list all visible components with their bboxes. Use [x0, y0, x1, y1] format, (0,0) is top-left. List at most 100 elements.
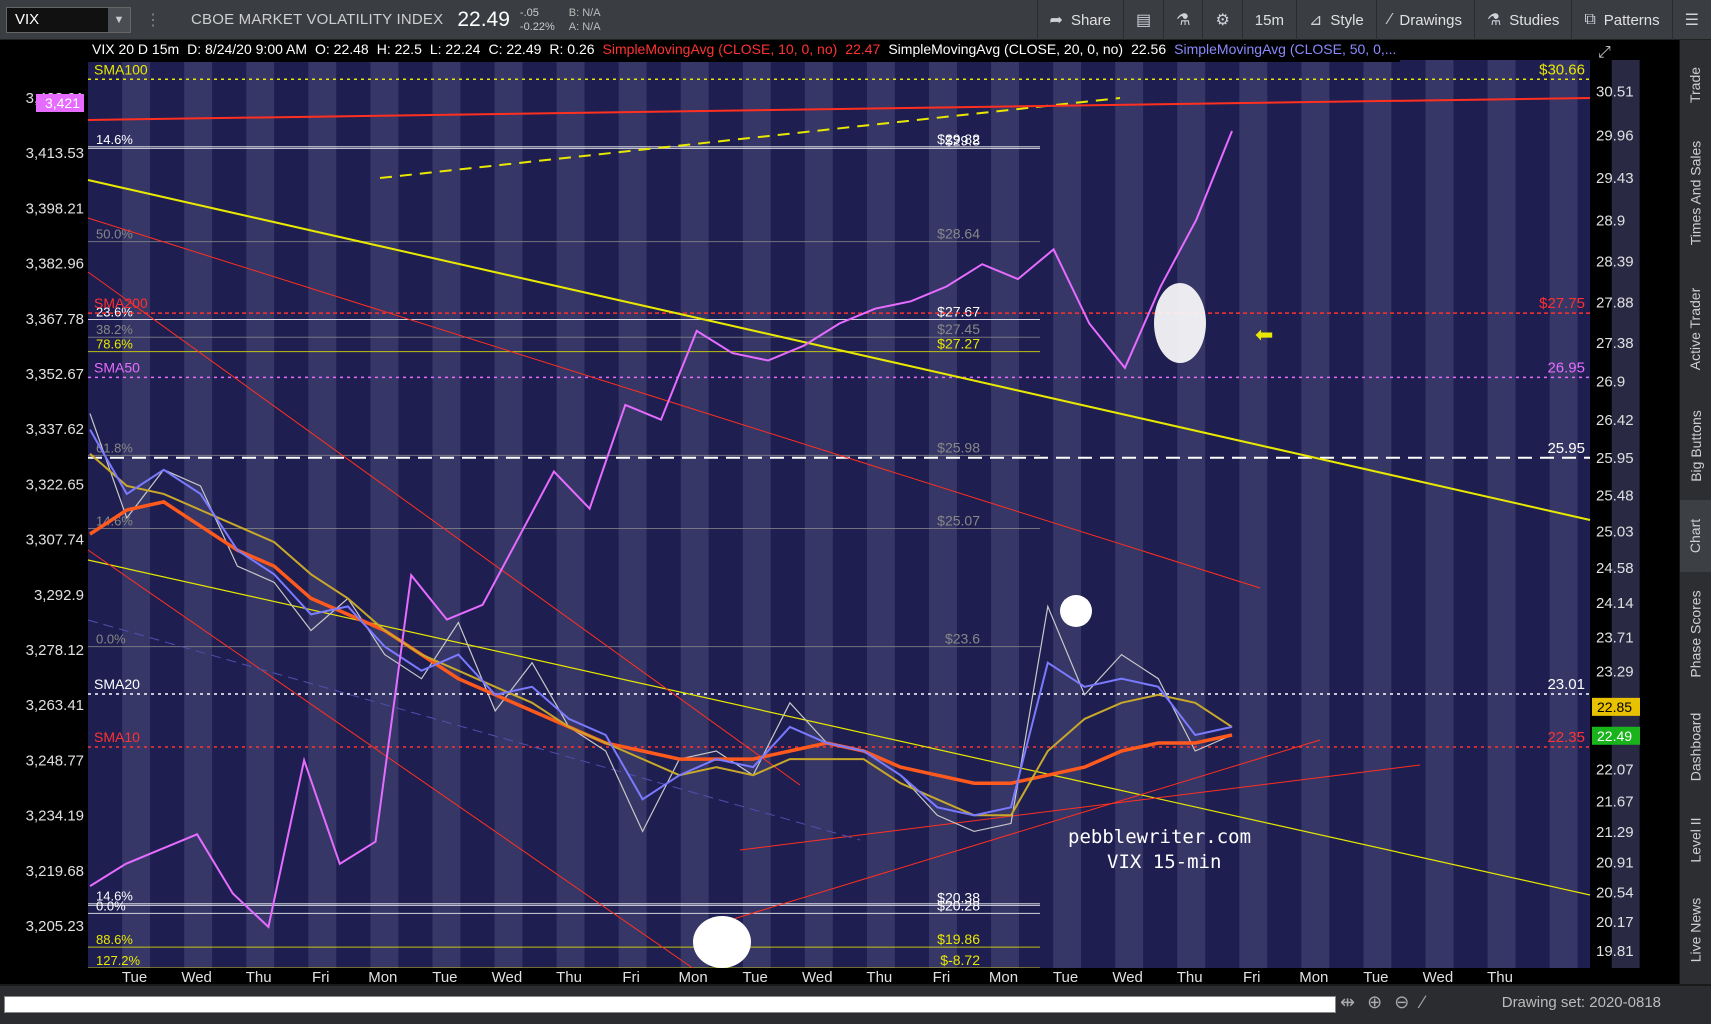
flexible-grid-button[interactable]: ▤: [1122, 0, 1163, 40]
fib-label: 127.2%: [96, 953, 141, 968]
right-axis-label: 24.14: [1596, 595, 1634, 612]
session-band: [246, 60, 275, 968]
ma-hline-value: 26.95: [1547, 359, 1585, 376]
bid-ask: B: N/A A: N/A: [569, 6, 601, 34]
left-axis-label: 3,352.67: [26, 366, 84, 383]
tab-live-news[interactable]: Live News: [1680, 882, 1711, 978]
right-axis-label: 20.54: [1596, 884, 1634, 901]
instrument-name: CBOE MARKET VOLATILITY INDEX: [191, 11, 444, 28]
ma-hline-value: $27.75: [1539, 295, 1585, 312]
tab-times-and-sales[interactable]: Times And Sales: [1680, 128, 1711, 258]
ma-hline-value: $30.66: [1539, 61, 1585, 78]
chart-area[interactable]: 3,428.913,413.533,398.213,382.963,367.78…: [0, 40, 1680, 984]
tab-chart[interactable]: Chart: [1680, 500, 1711, 572]
right-axis-label: 23.71: [1596, 630, 1634, 647]
highlight-marker: [1154, 283, 1206, 363]
tab-label: Chart: [1687, 518, 1704, 554]
studies-button[interactable]: ⚗ Studies: [1473, 0, 1571, 40]
watermark-site: pebblewriter.com: [1068, 826, 1252, 848]
fib-value: $27.27: [937, 336, 980, 352]
lab-button[interactable]: ⚗: [1163, 0, 1202, 40]
toolbar-actions: ➦ Share ▤ ⚗ ⚙ 15m ⊿ Style ∕ Drawings ⚗ Studi…: [1036, 0, 1711, 40]
right-price-tag-text: 22.49: [1597, 728, 1632, 744]
time-axis-label: Fri: [1243, 969, 1261, 984]
drawings-label: Drawings: [1399, 11, 1462, 29]
session-band: [991, 60, 1019, 968]
info-close: C: 22.49: [488, 41, 542, 57]
right-axis-label: 20.17: [1596, 914, 1634, 931]
right-axis-label: 25.03: [1596, 524, 1634, 541]
fib-label: 0.0%: [96, 632, 126, 647]
draw-line-icon[interactable]: ∕: [1421, 992, 1424, 1013]
fib-value: $19.86: [937, 931, 980, 947]
tab-level-ii[interactable]: Level II: [1680, 804, 1711, 876]
crosshair-icon[interactable]: ⊕: [1367, 992, 1382, 1013]
symbol-input[interactable]: VIX ▼: [6, 6, 131, 33]
right-sidebar-tabs: Trade Times And Sales Active Trader Big But…: [1679, 40, 1711, 984]
plot-area: 14.6% $29.82$29.850.0% $28.6423.6% $27.6738…: [87, 60, 1640, 981]
horizontal-scrollbar[interactable]: [4, 996, 1336, 1013]
session-band: [804, 60, 833, 968]
chevron-down-icon[interactable]: ▼: [108, 7, 130, 32]
time-axis-label: Mon: [989, 969, 1018, 984]
right-axis-label: 25.48: [1596, 488, 1634, 505]
menu-button[interactable]: ☰: [1671, 0, 1711, 40]
right-axis-label: 29.43: [1596, 170, 1634, 187]
tab-active-trader[interactable]: Active Trader: [1680, 266, 1711, 392]
ask-value: A: N/A: [568, 20, 601, 33]
time-axis-label: Thu: [246, 969, 272, 984]
left-axis-label: 3,398.21: [26, 200, 84, 217]
style-button[interactable]: ⊿ Style: [1295, 0, 1376, 40]
tab-phase-scores[interactable]: Phase Scores: [1680, 578, 1711, 690]
fib-value: $25.98: [937, 439, 980, 455]
share-button[interactable]: ➦ Share: [1036, 0, 1123, 40]
left-axis-label: 3,205.23: [26, 918, 84, 935]
watermark-label: VIX 15-min: [1107, 851, 1222, 873]
right-axis-label: 29.96: [1596, 128, 1634, 145]
right-axis-label: 21.29: [1596, 824, 1634, 841]
left-axis-label: 3,322.65: [26, 476, 84, 493]
tab-label: Phase Scores: [1687, 590, 1704, 678]
left-axis-label: 3,219.68: [26, 863, 84, 880]
patterns-button[interactable]: ⧉ Patterns: [1571, 0, 1671, 40]
tab-big-buttons[interactable]: Big Buttons: [1680, 398, 1711, 494]
drawings-button[interactable]: ∕ Drawings: [1375, 0, 1474, 40]
tab-label: Trade: [1687, 66, 1704, 104]
time-axis-label: Thu: [556, 969, 582, 984]
tab-dashboard[interactable]: Dashboard: [1680, 696, 1711, 798]
session-band: [432, 60, 461, 968]
time-axis-label: Tue: [432, 969, 457, 984]
session-band: [494, 60, 523, 968]
fib-value: $-8.72: [940, 952, 980, 968]
right-axis-label: 20.91: [1596, 855, 1634, 872]
ma-hline-value: 25.95: [1547, 440, 1585, 457]
chart-info-bar: VIX 20 D 15m D: 8/24/20 9:00 AM O: 22.48…: [88, 40, 1401, 62]
pan-icon[interactable]: ⇹: [1340, 992, 1355, 1013]
time-axis-label: Tue: [1363, 969, 1388, 984]
time-axis-label: Thu: [1177, 969, 1203, 984]
time-axis-label: Mon: [679, 969, 708, 984]
tab-label: Active Trader: [1687, 287, 1704, 371]
right-axis-label: 28.9: [1596, 213, 1625, 230]
fib-label: 0.0%: [96, 898, 126, 913]
session-band: [1425, 60, 1454, 968]
divider-icon: ⋮: [145, 11, 161, 29]
arrow-left-icon: ⬅: [1255, 323, 1273, 348]
change-percent: -0.22%: [519, 20, 555, 33]
left-axis-label: 3,307.74: [26, 532, 84, 549]
settings-button[interactable]: ⚙: [1202, 0, 1241, 40]
time-axis-label: Wed: [1112, 969, 1143, 984]
patterns-label: Patterns: [1603, 11, 1660, 29]
bid-value: B: N/A: [568, 6, 601, 19]
right-axis-label: 22.07: [1596, 762, 1634, 779]
fib-value: $28.64: [937, 226, 980, 242]
ma-hline-label: SMA10: [94, 729, 140, 745]
time-axis-label: Fri: [312, 969, 330, 984]
collapse-icon[interactable]: ⤢: [1598, 44, 1611, 62]
right-axis-label: 27.88: [1596, 295, 1634, 312]
zoom-icon[interactable]: ⊖: [1394, 992, 1409, 1013]
info-sma20: SimpleMovingAvg (CLOSE, 20, 0, no): [888, 41, 1124, 57]
timeframe-button[interactable]: 15m: [1241, 0, 1296, 40]
time-axis: Tue Wed Thu Fri Mon Tue Wed Thu Fri Mon Tue Wed Thu F…: [88, 968, 1590, 984]
tab-trade[interactable]: Trade: [1680, 50, 1711, 120]
